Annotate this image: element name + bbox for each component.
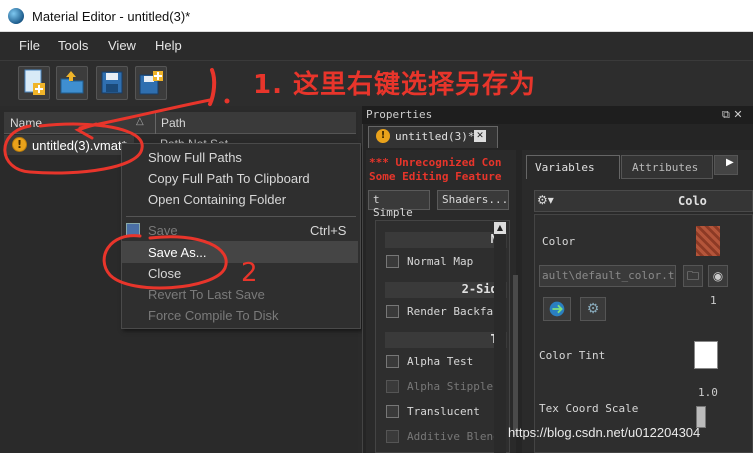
window-title: Material Editor - untitled(3)* bbox=[32, 9, 191, 24]
scroll-up-icon[interactable]: ▲ bbox=[494, 222, 506, 234]
open-file-button[interactable] bbox=[56, 66, 88, 100]
new-file-button[interactable] bbox=[18, 66, 50, 100]
texture-tool-button[interactable] bbox=[543, 297, 571, 321]
color-group-body bbox=[534, 214, 753, 453]
tab-close-icon[interactable]: ✕ bbox=[474, 130, 486, 142]
menu-file[interactable]: File bbox=[19, 38, 40, 53]
menu-view[interactable]: View bbox=[108, 38, 136, 53]
menu-tools[interactable]: Tools bbox=[58, 38, 88, 53]
normal-map-label: Normal Map bbox=[407, 255, 474, 268]
save-button[interactable] bbox=[96, 66, 128, 100]
tab-attributes[interactable]: Attributes bbox=[621, 155, 713, 179]
tab-warning-icon: ! bbox=[376, 129, 390, 143]
render-backfaces-checkbox[interactable] bbox=[386, 305, 399, 318]
warning-line-2: Some Editing Feature bbox=[369, 170, 502, 183]
section-normal-header: No bbox=[385, 232, 507, 248]
section-2sided-header: 2-Side bbox=[385, 282, 507, 298]
color-group-header[interactable] bbox=[534, 190, 753, 212]
additive-blend-label: Additive Blend bbox=[407, 430, 500, 443]
color-group-title: Colo bbox=[678, 194, 707, 208]
warning-line-1: *** Unrecognized Con bbox=[369, 156, 502, 169]
save-icon bbox=[126, 223, 140, 237]
column-name-header[interactable]: Name bbox=[10, 116, 42, 130]
save-icon bbox=[101, 71, 123, 94]
value-readout: 1 bbox=[710, 294, 717, 307]
menu-separator bbox=[126, 216, 356, 217]
open-folder-icon bbox=[60, 71, 84, 94]
render-backfaces-label: Render Backfac bbox=[407, 305, 500, 318]
new-file-icon bbox=[24, 69, 45, 95]
settings-gear-icon[interactable]: ⚙ bbox=[580, 297, 606, 321]
alpha-stipple-label: Alpha Stipple bbox=[407, 380, 494, 393]
texture-thumbnail[interactable] bbox=[696, 226, 720, 256]
alpha-test-label: Alpha Test bbox=[407, 355, 474, 368]
ctx-save-as[interactable]: Save As... bbox=[148, 245, 207, 260]
ctx-open-containing-folder[interactable]: Open Containing Folder bbox=[148, 192, 286, 207]
shaders-button[interactable]: Shaders... bbox=[437, 190, 509, 210]
watermark: https://blog.csdn.net/u012204304 bbox=[508, 425, 701, 440]
alpha-test-checkbox[interactable] bbox=[386, 355, 399, 368]
browse-folder-icon[interactable]: 🗀 bbox=[683, 265, 703, 287]
save-all-button[interactable] bbox=[135, 66, 167, 100]
alpha-stipple-checkbox[interactable] bbox=[386, 380, 399, 393]
ctx-copy-full-path[interactable]: Copy Full Path To Clipboard bbox=[148, 171, 310, 186]
additive-blend-checkbox[interactable] bbox=[386, 430, 399, 443]
gear-dropdown-icon[interactable]: ⚙▾ bbox=[537, 193, 557, 209]
simple-mode-button[interactable]: t Simple bbox=[368, 190, 430, 219]
document-tab-label: untitled(3)* bbox=[395, 130, 475, 143]
normal-map-checkbox[interactable] bbox=[386, 255, 399, 268]
color-tint-label: Color Tint bbox=[539, 349, 606, 362]
warning-icon: ! bbox=[12, 137, 27, 152]
ctx-close[interactable]: Close bbox=[148, 266, 181, 281]
ctx-save[interactable]: Save bbox=[148, 223, 178, 238]
translucent-label: Translucent bbox=[407, 405, 480, 418]
panel-float-close-icons[interactable]: ⧉ ✕ bbox=[722, 108, 743, 122]
preview-icon[interactable]: ◉ bbox=[708, 265, 728, 287]
app-logo-icon bbox=[8, 8, 24, 24]
column-path-header[interactable]: Path bbox=[161, 116, 186, 130]
section-translucency-header: Tr bbox=[385, 332, 507, 348]
ctx-show-full-paths[interactable]: Show Full Paths bbox=[148, 150, 242, 165]
color-label: Color bbox=[542, 235, 576, 248]
feature-scrollbar[interactable] bbox=[494, 222, 506, 453]
ctx-save-shortcut: Ctrl+S bbox=[310, 223, 347, 238]
texture-path-field[interactable]: ault\default_color.tga bbox=[539, 265, 676, 287]
tab-variables[interactable]: Variables bbox=[526, 155, 620, 179]
chevron-right-icon: ▶ bbox=[726, 157, 734, 168]
save-all-icon bbox=[139, 71, 163, 95]
column-divider bbox=[155, 112, 156, 134]
color-tint-value: 1.0 bbox=[698, 386, 718, 399]
ctx-force-compile[interactable]: Force Compile To Disk bbox=[148, 308, 279, 323]
translucent-checkbox[interactable] bbox=[386, 405, 399, 418]
ctx-revert[interactable]: Revert To Last Save bbox=[148, 287, 265, 302]
annotation-step1: 1. 这里右键选择另存为 bbox=[253, 70, 537, 100]
sort-arrow-icon: △ bbox=[136, 116, 144, 127]
properties-title: Properties bbox=[366, 108, 433, 121]
menu-help[interactable]: Help bbox=[155, 38, 182, 53]
scrollbar-thumb[interactable] bbox=[513, 275, 518, 435]
annotation-step2: 2 bbox=[241, 258, 258, 288]
globe-arrow-icon bbox=[549, 301, 565, 317]
asset-name[interactable]: untitled(3).vmat* bbox=[32, 138, 127, 153]
color-tint-swatch[interactable] bbox=[694, 341, 718, 369]
tex-coord-scale-label: Tex Coord Scale bbox=[539, 402, 639, 415]
